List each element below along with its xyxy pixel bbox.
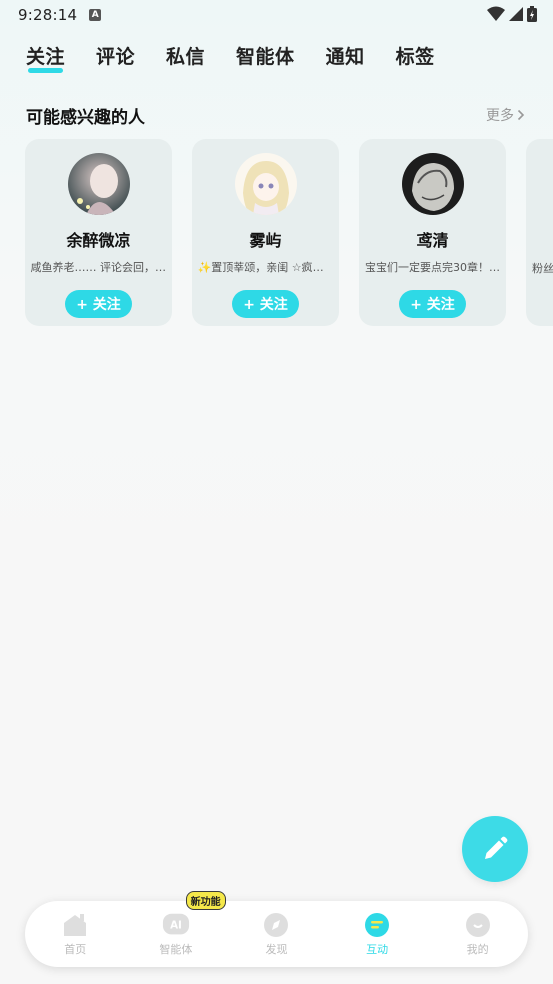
tab-comments[interactable]: 评论 <box>96 42 135 69</box>
tab-agents[interactable]: 智能体 <box>236 42 295 69</box>
notification-a-icon: A <box>89 9 102 21</box>
nav-home[interactable]: 首页 <box>25 901 126 967</box>
nav-label: 互动 <box>366 943 389 956</box>
nav-label: 发现 <box>265 943 288 956</box>
user-card-partial[interactable]: 粉丝 <box>526 139 553 326</box>
user-desc: ✨置顶莘颂，亲闺 ☆疯人… <box>197 261 334 274</box>
nav-profile[interactable]: 我的 <box>427 901 528 967</box>
user-name: 余醉微凉 <box>66 231 131 250</box>
bottom-nav: 首页 新功能 AI 智能体 发现 互动 我的 <box>25 891 528 967</box>
new-feature-badge: 新功能 <box>185 891 226 910</box>
tab-notifications[interactable]: 通知 <box>326 42 365 69</box>
status-time: 9:28:14 <box>18 6 78 24</box>
avatar[interactable] <box>234 153 297 215</box>
nav-label: 首页 <box>64 943 87 956</box>
profile-icon <box>464 911 492 939</box>
status-bar: 9:28:14 A <box>0 0 553 30</box>
nav-discover[interactable]: 发现 <box>226 901 327 967</box>
tab-messages[interactable]: 私信 <box>166 42 205 69</box>
top-tabs: 关注 评论 私信 智能体 通知 标签 <box>26 42 466 73</box>
wifi-icon <box>487 6 505 21</box>
suggest-cards: 余醉微凉 咸鱼养老…… 评论会回，不… + 关注 雾屿 ✨置顶莘颂，亲闺 ☆疯人… <box>25 139 553 326</box>
battery-icon <box>527 6 537 22</box>
signal-icon <box>509 7 523 21</box>
home-icon <box>61 911 89 939</box>
chevron-right-icon <box>517 109 525 121</box>
nav-agents[interactable]: 新功能 AI 智能体 <box>126 891 227 967</box>
interact-icon <box>363 911 391 939</box>
follow-button[interactable]: + 关注 <box>232 290 299 318</box>
compose-button[interactable] <box>462 816 528 882</box>
follow-button[interactable]: + 关注 <box>65 290 132 318</box>
tab-follow[interactable]: 关注 <box>26 42 65 73</box>
user-card[interactable]: 鸢清 宝宝们一定要点完30章！… + 关注 <box>359 139 506 326</box>
user-card[interactable]: 余醉微凉 咸鱼养老…… 评论会回，不… + 关注 <box>25 139 172 326</box>
avatar[interactable] <box>67 153 130 215</box>
discover-icon <box>262 911 290 939</box>
user-name: 鸢清 <box>416 231 449 250</box>
user-name: 雾屿 <box>249 231 282 250</box>
nav-label: 智能体 <box>159 943 193 956</box>
nav-label: 我的 <box>466 943 489 956</box>
nav-interact[interactable]: 互动 <box>327 901 428 967</box>
ai-icon: AI <box>162 911 190 939</box>
tab-tags[interactable]: 标签 <box>396 42 435 69</box>
user-desc: 粉丝 <box>532 262 553 275</box>
more-label: 更多 <box>486 108 514 124</box>
user-desc: 宝宝们一定要点完30章！… <box>365 261 500 274</box>
svg-text:AI: AI <box>170 920 182 932</box>
user-desc: 咸鱼养老…… 评论会回，不… <box>30 261 167 274</box>
pencil-icon <box>485 836 508 859</box>
more-link[interactable]: 更多 <box>486 105 525 125</box>
user-card[interactable]: 雾屿 ✨置顶莘颂，亲闺 ☆疯人… + 关注 <box>192 139 339 326</box>
follow-button[interactable]: + 关注 <box>399 290 466 318</box>
avatar[interactable] <box>401 153 464 215</box>
status-indicators <box>487 6 537 22</box>
suggest-title: 可能感兴趣的人 <box>26 108 145 128</box>
